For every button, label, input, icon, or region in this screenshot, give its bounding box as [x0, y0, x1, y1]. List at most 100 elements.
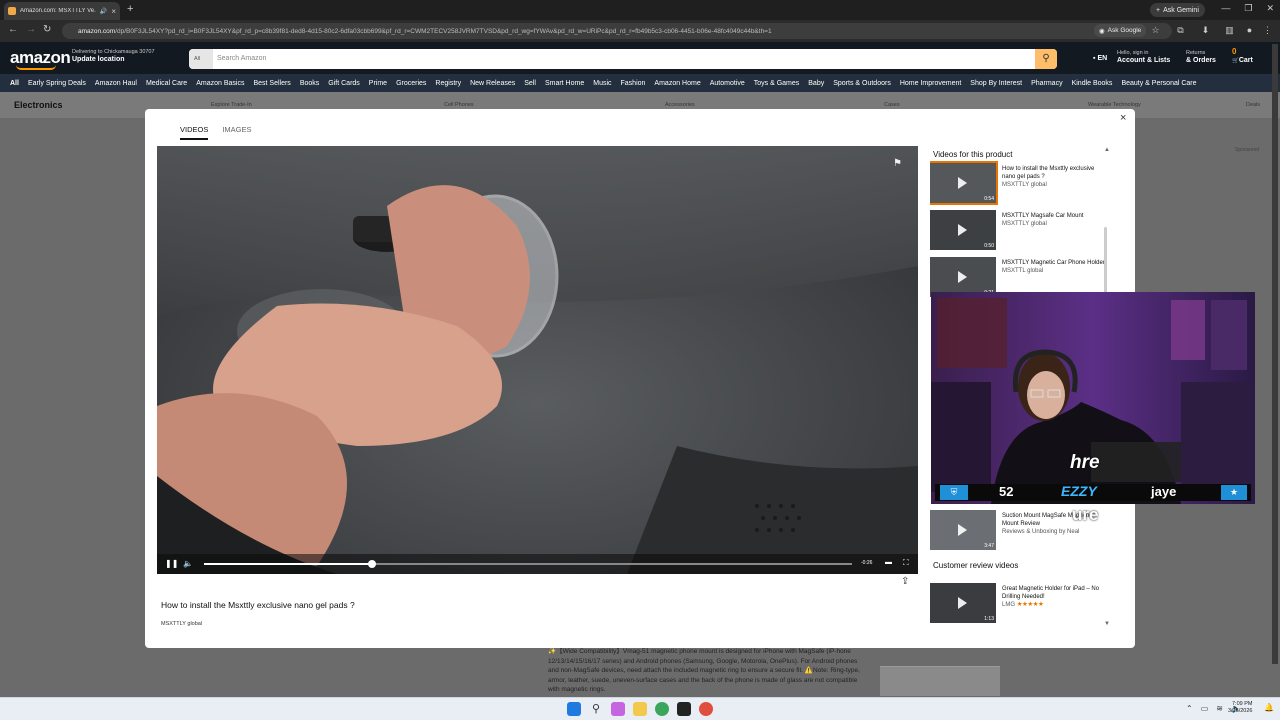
subnav-item-cell-phones[interactable]: Cell Phones	[444, 102, 474, 108]
play-icon	[958, 224, 967, 236]
close-window-icon[interactable]: ✕	[1266, 3, 1274, 14]
amazon-logo[interactable]: amazon	[10, 48, 71, 70]
page-scrollbar[interactable]	[1272, 44, 1278, 664]
nav-item[interactable]: Amazon Home	[654, 80, 700, 87]
time-remaining: -0:26	[861, 560, 873, 566]
deliver-to[interactable]: Delivering to Chickamauga 30707 Update l…	[72, 49, 155, 64]
ask-google-button[interactable]: ◉ Ask Google	[1094, 24, 1147, 37]
back-icon[interactable]: ←	[8, 24, 18, 35]
close-tab-icon[interactable]: ×	[111, 7, 116, 16]
menu-icon[interactable]: ⋮	[1262, 25, 1273, 36]
subnav-item-wearables[interactable]: Wearable Technology	[1088, 102, 1141, 108]
nav-item[interactable]: Kindle Books	[1072, 80, 1113, 87]
search-input[interactable]: Search Amazon	[217, 49, 266, 69]
share-icon[interactable]: ⇪	[901, 576, 909, 587]
tab-images[interactable]: IMAGES	[222, 125, 251, 140]
nav-item[interactable]: Fashion	[621, 80, 646, 87]
nav-item[interactable]: Books	[300, 80, 319, 87]
clock-date: 3/16/2026	[1228, 708, 1253, 714]
product-side-card[interactable]	[880, 666, 1000, 696]
customer-video-item[interactable]: 1:13 Great Magnetic Holder for iPad – No…	[930, 583, 1102, 627]
progress-knob[interactable]	[368, 560, 377, 568]
returns-orders[interactable]: Returns & Orders	[1186, 50, 1216, 65]
nav-item[interactable]: Shop By Interest	[970, 80, 1022, 87]
url-host: amazon.com	[78, 27, 116, 35]
minimize-icon[interactable]: —	[1221, 3, 1230, 14]
browser-tab[interactable]: Amazon.com: MSXTTLY Ve... 🔊 ×	[4, 2, 120, 20]
report-flag-icon[interactable]: ⚑	[893, 158, 902, 169]
sidebar-icon[interactable]: ▥	[1224, 25, 1235, 36]
reload-icon[interactable]: ↻	[43, 24, 51, 35]
video-list-item[interactable]: 0:54 How to install the Msxttly exclusiv…	[930, 161, 1110, 207]
notifications-icon[interactable]: 🔔	[1264, 703, 1274, 712]
video-author[interactable]: MSXTTLY global	[161, 621, 202, 627]
nav-item[interactable]: Amazon Basics	[196, 80, 244, 87]
nav-item[interactable]: Sell	[524, 80, 536, 87]
download-icon[interactable]: ⬇	[1200, 25, 1211, 36]
chrome-icon[interactable]	[655, 702, 669, 716]
nav-item[interactable]: Smart Home	[545, 80, 584, 87]
search-taskbar-icon[interactable]: ⚲	[589, 702, 603, 716]
search-category-select[interactable]: All	[189, 49, 213, 69]
account-line2: Account & Lists	[1117, 57, 1171, 64]
nav-item[interactable]: Registry	[435, 80, 461, 87]
video-list-item[interactable]: 0:50 MSXTTLY Magsafe Car Mount MSXTTLY gl…	[930, 210, 1110, 254]
nav-item[interactable]: Prime	[369, 80, 387, 87]
extensions-icon[interactable]: ⧉	[1175, 25, 1186, 36]
wifi-icon[interactable]: ≋	[1216, 704, 1223, 713]
nav-item[interactable]: Gift Cards	[328, 80, 360, 87]
nav-item[interactable]: Amazon Haul	[95, 80, 137, 87]
scroll-up-icon[interactable]: ▲	[1104, 147, 1110, 153]
nav-item[interactable]: Pharmacy	[1031, 80, 1063, 87]
nav-item[interactable]: Early Spring Deals	[28, 80, 86, 87]
nav-item[interactable]: Medical Care	[146, 80, 187, 87]
terminal-icon[interactable]	[677, 702, 691, 716]
nav-item[interactable]: Music	[593, 80, 611, 87]
windows-start-icon[interactable]	[567, 702, 581, 716]
subnav-item-deals[interactable]: Deals	[1246, 102, 1260, 108]
windows-taskbar: ⚲ ⌃ ▭ ≋ 🔈 7:09 PM 3/16/2026 🔔	[0, 697, 1280, 720]
monitor-icon[interactable]: ▭	[1201, 704, 1209, 713]
subnav-item-trade-in[interactable]: Explore Trade-In	[211, 102, 252, 108]
restore-icon[interactable]: ❐	[1244, 3, 1252, 14]
captions-icon[interactable]: ▬	[885, 559, 892, 566]
language-selector[interactable]: ▪ EN	[1093, 55, 1107, 62]
nav-item[interactable]: Groceries	[396, 80, 426, 87]
nav-item[interactable]: Toys & Games	[754, 80, 800, 87]
scroll-down-icon[interactable]: ▼	[1104, 621, 1110, 627]
nav-item[interactable]: Automotive	[710, 80, 745, 87]
forward-icon[interactable]: →	[26, 24, 36, 35]
account-lists[interactable]: Hello, sign in Account & Lists	[1117, 50, 1170, 65]
profile-icon[interactable]: ●	[1244, 25, 1255, 36]
volume-icon[interactable]: 🔈	[183, 559, 193, 568]
nav-item[interactable]: New Releases	[470, 80, 515, 87]
ask-gemini-button[interactable]: + Ask Gemini	[1150, 3, 1205, 17]
fullscreen-icon[interactable]: ⛶	[903, 558, 909, 568]
progress-track[interactable]	[204, 560, 852, 568]
cart[interactable]: 0 🛒Cart	[1232, 48, 1253, 65]
url-input[interactable]: amazon.com/dp/B0F3JL54XY?pd_rd_i=B0F3JL5…	[62, 23, 1172, 39]
clock[interactable]: 7:09 PM 3/16/2026	[1228, 701, 1252, 715]
video-player[interactable]: ⚑ ❚❚ 🔈 -0:26 ▬ ⛶	[157, 146, 918, 574]
nav-item[interactable]: Baby	[808, 80, 824, 87]
app-icon[interactable]	[699, 702, 713, 716]
video-item-title: MSXTTLY Magsafe Car Mount	[1002, 213, 1084, 219]
file-explorer-icon[interactable]	[633, 702, 647, 716]
nav-all-menu[interactable]: All	[10, 80, 19, 87]
pause-icon[interactable]: ❚❚	[165, 559, 178, 568]
close-modal-button[interactable]: ×	[1120, 112, 1126, 124]
search-button[interactable]: ⚲	[1035, 49, 1057, 69]
subnav-item-cases[interactable]: Cases	[884, 102, 900, 108]
category-title[interactable]: Electronics	[14, 100, 63, 110]
subnav-item-accessories[interactable]: Accessories	[665, 102, 695, 108]
star-icon[interactable]: ☆	[1150, 25, 1161, 36]
chevron-up-icon[interactable]: ⌃	[1186, 704, 1193, 713]
copilot-icon[interactable]	[611, 702, 625, 716]
nav-item[interactable]: Sports & Outdoors	[833, 80, 891, 87]
nav-item[interactable]: Home Improvement	[900, 80, 961, 87]
speaker-icon[interactable]: 🔊	[100, 8, 107, 15]
tab-videos[interactable]: VIDEOS	[180, 125, 209, 140]
nav-item[interactable]: Beauty & Personal Care	[1121, 80, 1196, 87]
nav-item[interactable]: Best Sellers	[253, 80, 290, 87]
new-tab-button[interactable]: +	[127, 3, 133, 15]
